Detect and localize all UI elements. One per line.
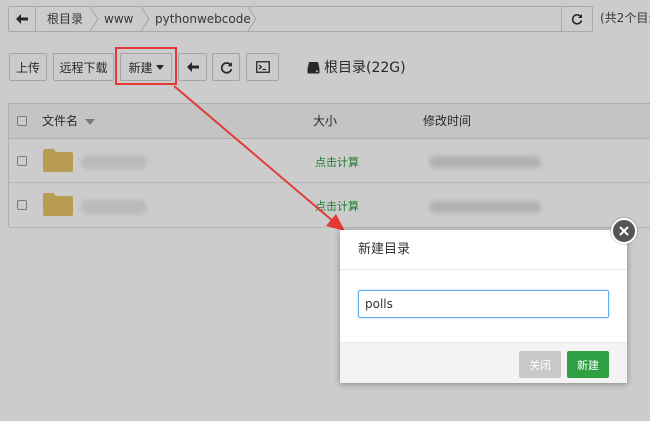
dialog-title: 新建目录 [340, 230, 627, 270]
annotation-highlight-box [115, 47, 177, 85]
close-button[interactable]: 关闭 [519, 351, 561, 378]
dialog-close-icon[interactable] [611, 218, 637, 244]
new-directory-dialog: 新建目录 关闭 新建 [340, 230, 627, 383]
dialog-footer: 关闭 新建 [340, 342, 627, 383]
create-button[interactable]: 新建 [567, 351, 609, 378]
close-icon [619, 226, 629, 236]
directory-name-input[interactable] [358, 290, 609, 318]
